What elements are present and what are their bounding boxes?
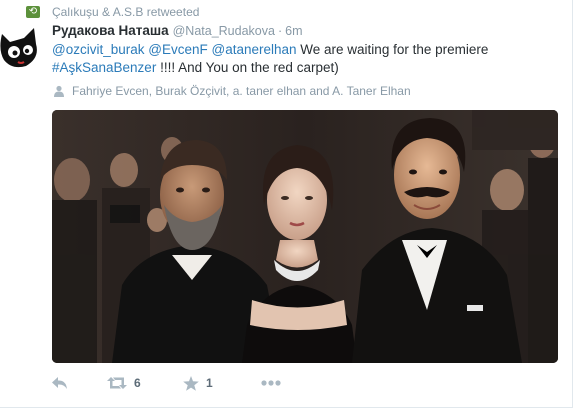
- black-cat-avatar-icon: [0, 24, 40, 72]
- tweet-text: @ozcivit_burak @EvcenF @atanerelhan We a…: [52, 41, 562, 77]
- tagged-people: Fahriye Evcen, Burak Özçivit, a. taner e…: [52, 82, 411, 100]
- reply-icon: [52, 377, 67, 389]
- retweet-button[interactable]: 6: [107, 376, 183, 390]
- mention-link[interactable]: @EvcenF: [148, 42, 207, 57]
- red-carpet-photo: [52, 110, 558, 363]
- more-icon: [261, 380, 281, 386]
- star-icon: [183, 375, 199, 391]
- retweet-icon: [107, 377, 127, 389]
- author-fullname[interactable]: Рудакова Наташа: [52, 23, 169, 38]
- avatar[interactable]: [0, 24, 40, 72]
- retweet-count: 6: [134, 376, 141, 390]
- tweet-actions: 6 1: [52, 372, 291, 394]
- hashtag-link[interactable]: #AşkSanaBenzer: [52, 60, 156, 75]
- tweet-timestamp[interactable]: 6m: [285, 24, 302, 38]
- author-username[interactable]: @Nata_Rudakova: [173, 24, 275, 38]
- favorite-count: 1: [206, 376, 213, 390]
- tweet-text-segment: !!!! And You on the red carpet): [156, 60, 339, 75]
- retweet-badge-icon: ⟲: [26, 6, 40, 18]
- tagged-people-text[interactable]: Fahriye Evcen, Burak Özçivit, a. taner e…: [72, 84, 411, 98]
- tweet-header: Рудакова Наташа @Nata_Rudakova · 6m: [52, 23, 303, 41]
- tweet-photo[interactable]: [52, 110, 558, 363]
- tweet-card: ⟲ Çalıkuşu & A.S.B retweeted Рудакова На…: [0, 0, 573, 408]
- retweet-context-text[interactable]: Çalıkuşu & A.S.B retweeted: [52, 5, 199, 19]
- retweet-context: ⟲ Çalıkuşu & A.S.B retweeted: [26, 4, 199, 20]
- header-separator: ·: [277, 24, 283, 38]
- reply-button[interactable]: [52, 376, 107, 390]
- person-icon: [52, 84, 66, 98]
- mention-link[interactable]: @atanerelhan: [212, 42, 297, 57]
- more-button[interactable]: [261, 380, 291, 386]
- favorite-button[interactable]: 1: [183, 375, 261, 391]
- tweet-text-segment: We are waiting for the premiere: [296, 42, 489, 57]
- mention-link[interactable]: @ozcivit_burak: [52, 42, 145, 57]
